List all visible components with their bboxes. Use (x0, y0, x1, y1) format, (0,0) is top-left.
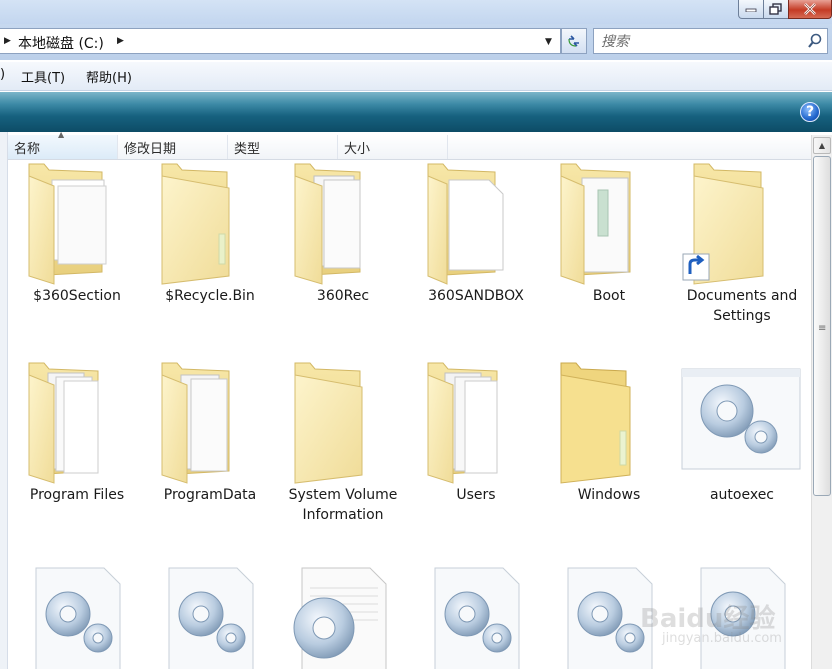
folder-page-icon (427, 163, 504, 285)
search-icon[interactable] (807, 33, 823, 49)
column-header-label: 修改日期 (124, 142, 177, 157)
column-header-label: 类型 (234, 142, 261, 157)
system-file-gears-icon (681, 368, 801, 470)
search-box[interactable] (593, 28, 828, 54)
command-bar: ? (0, 92, 832, 132)
maximize-button[interactable] (763, 0, 789, 19)
column-header-date[interactable]: 修改日期 (118, 135, 228, 159)
file-name: Users (456, 487, 496, 503)
refresh-icon (568, 35, 579, 47)
restore-icon (769, 3, 782, 15)
column-header-type[interactable]: 类型 (228, 135, 338, 159)
breadcrumb-arrow-icon[interactable]: ▶ (117, 36, 124, 46)
scroll-thumb[interactable]: ≡ (813, 156, 831, 496)
file-name: 360Rec (316, 288, 370, 304)
folder-documents-icon (560, 163, 631, 285)
system-file-gears-icon (168, 567, 254, 669)
column-header-label: 名称 (14, 142, 41, 157)
folder-shortcut-icon (682, 163, 764, 285)
system-file-gears-icon (434, 567, 520, 669)
sort-ascending-icon: ▲ (58, 130, 65, 139)
watermark-url: jingyan.baidu.com (662, 631, 782, 646)
column-header-label: 大小 (344, 142, 371, 157)
scroll-grip-icon: ≡ (818, 323, 827, 334)
minimize-icon (745, 8, 757, 12)
menu-item-tools[interactable]: 工具(T) (21, 67, 65, 86)
vertical-scrollbar[interactable]: ▲ ≡ (811, 135, 832, 669)
file-name: 360SANDBOX (428, 288, 524, 304)
breadcrumb-local-disk[interactable]: 本地磁盘 (C:) (18, 33, 104, 53)
system-file-gears-icon (35, 567, 121, 669)
window-controls (738, 0, 832, 20)
baidu-watermark: Baidu经验 jingyan.baidu.com (640, 598, 782, 646)
file-name: Boot (592, 288, 626, 304)
text-file-gear-icon (293, 567, 387, 669)
folder-documents-icon (427, 362, 498, 484)
menu-item-help[interactable]: 帮助(H) (86, 67, 132, 86)
file-name: Program Files (29, 487, 125, 503)
column-header-size[interactable]: 大小 (338, 135, 448, 159)
address-row: ▶ 本地磁盘 (C:) ▶ ▼ (0, 24, 832, 60)
menu-item-partial[interactable]: ) (0, 67, 5, 82)
folder-documents-icon (28, 163, 107, 285)
file-name: $Recycle.Bin (165, 288, 255, 304)
file-name: Windows (577, 487, 641, 503)
close-icon (804, 3, 816, 15)
file-name: ProgramData (163, 487, 257, 503)
breadcrumb-arrow-icon[interactable]: ▶ (4, 36, 11, 46)
file-list-view: $360Section $Recycle.Bin 360Rec 360SANDB… (8, 160, 811, 669)
address-bar[interactable]: ▶ 本地磁盘 (C:) ▶ ▼ (0, 28, 561, 54)
file-name: System Volume Information (288, 487, 398, 523)
folder-documents-icon (294, 163, 361, 285)
scroll-up-button[interactable]: ▲ (813, 137, 831, 154)
file-name: Documents and Settings (686, 288, 798, 324)
minimize-button[interactable] (738, 0, 764, 19)
menu-bar: ) 工具(T) 帮助(H) (0, 62, 832, 91)
help-icon[interactable]: ? (800, 102, 820, 122)
folder-documents-icon (161, 362, 230, 484)
file-name: $360Section (33, 288, 121, 304)
column-header-name[interactable]: ▲ 名称 (8, 130, 118, 159)
column-header-bar: ▲ 名称 修改日期 类型 大小 (8, 130, 811, 160)
folder-documents-icon (28, 362, 99, 484)
navigation-pane-edge (0, 132, 8, 669)
folder-empty-icon (161, 163, 230, 285)
folder-empty-icon (560, 362, 631, 484)
search-input[interactable] (599, 30, 793, 54)
address-dropdown-icon[interactable]: ▼ (545, 37, 552, 47)
folder-empty-icon (294, 362, 363, 484)
close-button[interactable] (788, 0, 832, 19)
refresh-button[interactable] (561, 28, 587, 54)
file-name: autoexec (709, 487, 775, 503)
watermark-logo: Baidu经验 (640, 604, 776, 634)
title-bar (0, 0, 832, 24)
